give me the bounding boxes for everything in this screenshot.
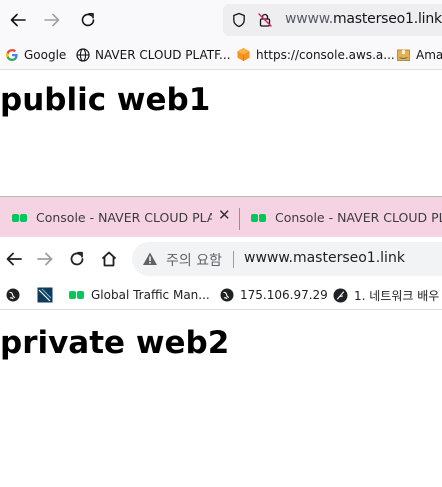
top-browser-toolbar: wwww.masterseo1.link	[0, 0, 442, 40]
bookmark-label: NAVER CLOUD PLATF...	[95, 47, 231, 62]
forward-arrow-icon	[44, 13, 60, 27]
close-tab-icon[interactable]: ✕	[218, 206, 231, 224]
globe-icon	[6, 288, 20, 302]
page-heading-public: public web1	[0, 82, 211, 118]
tab-label: Console - NAVER CLOUD PLATF	[275, 210, 442, 225]
bookmark-naver-cloud[interactable]: NAVER CLOUD PLATF...	[76, 40, 231, 69]
forward-arrow-icon	[37, 252, 53, 266]
feather-icon	[333, 288, 348, 303]
bookmark-site[interactable]	[37, 281, 59, 309]
bookmark-label: Google	[24, 47, 67, 62]
globe-icon	[220, 288, 234, 302]
bookmark-label: 175.106.97.29	[240, 288, 328, 302]
amazon-box-icon	[396, 47, 411, 62]
tab-console-2[interactable]: Console - NAVER CLOUD PLATF	[251, 201, 442, 234]
url-prefix: wwww.	[285, 11, 333, 27]
page-heading-private: private web2	[0, 325, 230, 361]
not-secure-label[interactable]: 주의 요함	[166, 250, 222, 270]
back-button[interactable]	[0, 0, 36, 40]
globe-icon	[76, 47, 90, 62]
address-bar[interactable]: 주의 요함 wwww.masterseo1.link	[132, 242, 442, 276]
site-favicon	[37, 287, 53, 303]
bookmark-globe[interactable]	[6, 281, 26, 309]
bookmark-network[interactable]: 1. 네트워크 배우	[333, 281, 439, 309]
bookmark-label: 1. 네트워크 배우	[354, 288, 440, 303]
reload-icon	[70, 251, 84, 266]
bookmark-ip[interactable]: 175.106.97.29	[220, 281, 328, 309]
bookmark-global-traffic[interactable]: Global Traffic Man...	[69, 281, 210, 309]
bottom-bookmarks-bar: Global Traffic Man... 175.106.97.29 1. 네…	[0, 281, 442, 310]
reload-icon	[81, 13, 95, 27]
tab-divider	[239, 208, 240, 230]
url-domain: masterseo1.link	[332, 11, 442, 27]
bookmark-label: Amaz	[416, 47, 442, 62]
bookmark-label: Global Traffic Man...	[91, 288, 210, 302]
bookmark-amazon[interactable]: Amaz	[396, 40, 442, 69]
aws-cube-icon	[236, 47, 251, 62]
reload-button[interactable]	[70, 0, 106, 40]
naver-cloud-icon	[69, 290, 85, 300]
back-arrow-icon	[6, 252, 22, 266]
bookmark-label: https://console.aws.a...	[256, 47, 395, 62]
insecure-lock-icon[interactable]	[257, 12, 273, 28]
bookmark-aws-console[interactable]: https://console.aws.a...	[236, 40, 395, 69]
home-button[interactable]	[91, 239, 127, 279]
url-text[interactable]: wwww.masterseo1.link	[285, 11, 442, 27]
google-icon	[5, 48, 19, 62]
tracking-protection-shield-icon[interactable]	[231, 12, 247, 28]
url-text[interactable]: wwww.masterseo1.link	[244, 250, 405, 266]
bookmark-google[interactable]: Google	[5, 40, 66, 69]
naver-cloud-icon	[12, 213, 28, 223]
address-bar[interactable]: wwww.masterseo1.link	[223, 4, 442, 36]
warning-triangle-icon[interactable]	[142, 251, 158, 267]
top-bookmarks-bar: Google NAVER CLOUD PLATF... https://cons…	[0, 40, 442, 70]
back-arrow-icon	[10, 13, 26, 27]
tab-label: Console - NAVER CLOUD PLATF	[36, 210, 212, 225]
tab-console-1[interactable]: Console - NAVER CLOUD PLATF	[12, 201, 212, 234]
home-icon	[101, 251, 117, 267]
url-divider	[233, 251, 234, 268]
forward-button[interactable]	[34, 0, 70, 40]
reload-button[interactable]	[59, 239, 95, 279]
forward-button[interactable]	[27, 239, 63, 279]
naver-cloud-icon	[251, 213, 267, 223]
